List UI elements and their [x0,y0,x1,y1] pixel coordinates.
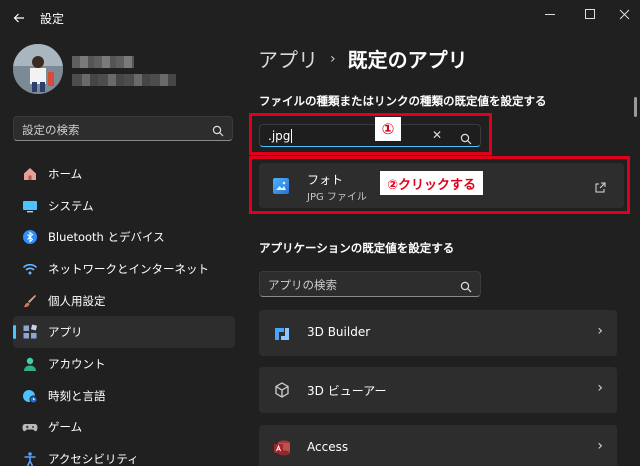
app-name: 3D Builder [307,325,371,339]
sidebar-nav: ホーム システム Bluetooth とデバイス ネットワークとインターネット … [13,158,235,466]
apps-icon [21,323,39,341]
3d-viewer-icon [273,381,291,399]
app-name: Access [307,440,349,454]
title-bar: 設定 [0,0,640,36]
close-icon[interactable] [602,0,640,28]
bluetooth-icon [21,228,39,246]
globe-clock-icon [21,387,39,405]
minimize-icon[interactable] [528,0,572,28]
chevron-right-icon: › [330,50,336,67]
app-row-access[interactable]: Access › [259,425,617,466]
settings-window: 設定 設定の検索 ホーム システム Bluetooth とデバイス ネットワーク… [0,0,640,466]
sidebar-item-time-language[interactable]: 時刻と言語 [13,380,235,412]
brush-icon [21,292,39,310]
app-name: 3D ビューアー [307,384,387,398]
home-icon [21,165,39,183]
settings-search-placeholder: 設定の検索 [22,123,80,137]
gamepad-icon [21,418,39,436]
app-search-input[interactable]: アプリの検索 [259,271,481,297]
sidebar-item-accounts[interactable]: アカウント [13,348,235,380]
app-row-3d-viewer[interactable]: 3D ビューアー › [259,367,617,413]
annotation-label-step1: ① [375,117,401,141]
avatar[interactable] [13,44,63,94]
sidebar-item-network[interactable]: ネットワークとインターネット [13,253,235,285]
chevron-right-icon: › [597,438,603,454]
sidebar-item-home[interactable]: ホーム [13,158,235,190]
back-arrow-icon[interactable] [10,9,28,27]
annotation-box-step1 [249,113,492,155]
search-icon [212,122,224,137]
app-row-3d-builder[interactable]: 3D Builder › [259,310,617,356]
breadcrumb-apps[interactable]: アプリ [258,44,318,73]
access-icon [273,439,291,457]
profile-name-redacted [72,56,134,68]
breadcrumb: アプリ › 既定のアプリ [258,44,468,73]
monitor-icon [21,197,39,215]
chevron-right-icon: › [597,380,603,396]
settings-search-input[interactable]: 設定の検索 [13,116,233,141]
sidebar-item-apps[interactable]: アプリ [13,316,235,349]
app-section-title: アプリケーションの既定値を設定する [259,241,455,255]
3d-builder-icon [273,324,291,342]
chevron-right-icon: › [597,323,603,339]
sidebar-item-bluetooth[interactable]: Bluetooth とデバイス [13,221,235,253]
scrollbar-thumb[interactable] [634,97,637,117]
page-title: 既定のアプリ [347,48,468,72]
app-search-placeholder: アプリの検索 [268,278,337,292]
sidebar-item-system[interactable]: システム [13,190,235,222]
search-icon [460,278,472,293]
wifi-icon [21,260,39,278]
accessibility-icon [21,450,39,466]
annotation-label-step2: ②クリックする [380,171,483,195]
person-icon [21,355,39,373]
app-title: 設定 [40,12,65,26]
sidebar-item-gaming[interactable]: ゲーム [13,412,235,444]
sidebar-item-personalization[interactable]: 個人用設定 [13,285,235,317]
file-type-section-title: ファイルの種類またはリンクの種類の既定値を設定する [259,94,547,108]
profile-email-redacted [72,74,176,86]
sidebar-item-accessibility[interactable]: アクセシビリティ [13,443,235,466]
